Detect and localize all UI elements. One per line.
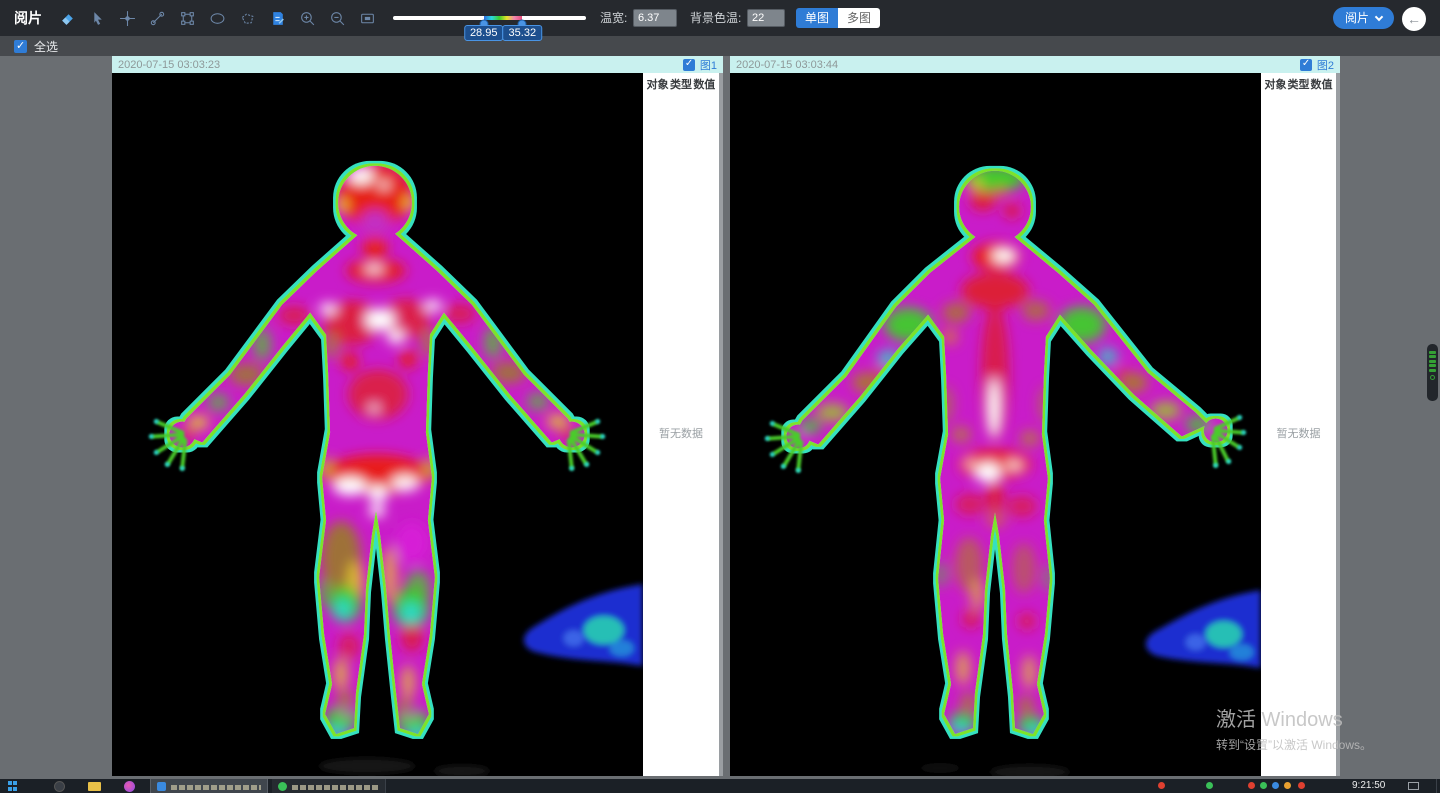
show-desktop-button[interactable] — [1436, 779, 1440, 793]
fit-screen-icon[interactable] — [356, 7, 378, 29]
app-label-truncated — [292, 785, 379, 790]
panel2-label: 图2 — [1317, 57, 1334, 73]
bg-temp-label: 背景色温: — [690, 0, 741, 36]
rect-roi-icon[interactable] — [176, 7, 198, 29]
panel1-body: 对象 类型 数值 暂无数据 — [112, 73, 723, 776]
panel1-label: 图1 — [700, 57, 717, 73]
thermal-image-1[interactable] — [112, 73, 643, 776]
col-object: 对象 — [1265, 76, 1287, 92]
photos-app-icon[interactable] — [124, 781, 135, 792]
blue-arm-artifact — [1146, 590, 1261, 668]
tray-icon[interactable] — [1248, 782, 1255, 789]
slider-color-range — [484, 16, 523, 20]
bg-temp-input[interactable] — [747, 9, 785, 27]
tray-icon[interactable] — [1272, 782, 1279, 789]
taskbar-app-active[interactable] — [150, 779, 268, 793]
tray-icon[interactable] — [1260, 782, 1267, 789]
panel1-empty-text: 暂无数据 — [643, 425, 719, 441]
chevron-down-icon — [1375, 12, 1383, 20]
view-mode-toggle: 单图 多图 — [796, 8, 880, 28]
temp-width-label: 温宽: — [600, 0, 627, 36]
panel2-checkbox[interactable] — [1300, 59, 1312, 71]
zoom-in-icon[interactable] — [296, 7, 318, 29]
tray-icon[interactable] — [1206, 782, 1213, 789]
notification-icon[interactable] — [1408, 782, 1419, 790]
temp-width-input[interactable] — [633, 9, 677, 27]
line-measure-icon[interactable] — [146, 7, 168, 29]
col-type: 类型 — [1288, 76, 1310, 92]
select-all-label: 全选 — [34, 38, 58, 55]
panel2-header: 2020-07-15 03:03:44 图2 — [730, 56, 1340, 73]
read-menu-label: 阅片 — [1345, 7, 1369, 29]
panel2-data-panel: 对象 类型 数值 暂无数据 — [1261, 73, 1340, 776]
level-indicator[interactable] — [1427, 344, 1438, 401]
ellipse-roi-icon[interactable] — [206, 7, 228, 29]
zoom-out-icon[interactable] — [326, 7, 348, 29]
multi-view-button[interactable]: 多图 — [838, 8, 880, 28]
back-button[interactable] — [1402, 7, 1426, 31]
col-value: 数值 — [693, 76, 715, 92]
blue-arm-artifact — [524, 584, 643, 666]
read-menu-button[interactable]: 阅片 — [1333, 7, 1394, 29]
slider-low-value: 28.95 — [464, 25, 504, 41]
select-cursor-icon[interactable] — [86, 7, 108, 29]
tool-group — [56, 7, 378, 29]
panel1-data-panel: 对象 类型 数值 暂无数据 — [643, 73, 723, 776]
tray-icon[interactable] — [1298, 782, 1305, 789]
sub-toolbar: 全选 — [0, 36, 1440, 56]
temperature-range-slider: 28.95 35.32 — [393, 10, 586, 36]
image-panel-2: 2020-07-15 03:03:44 图2 — [730, 56, 1340, 776]
image-panel-1: 2020-07-15 03:03:23 图1 — [112, 56, 723, 776]
app-title: 阅片 — [14, 0, 42, 36]
slider-high-value: 35.32 — [503, 25, 543, 41]
file-explorer-icon[interactable] — [88, 782, 101, 791]
taskbar-app-2[interactable] — [272, 779, 386, 793]
browser-icon[interactable] — [54, 781, 65, 792]
thermal-review-screen: 阅片 — [0, 0, 1440, 793]
app-label-truncated — [171, 785, 261, 790]
panel2-table-header: 对象 类型 数值 — [1261, 73, 1336, 94]
col-value: 数值 — [1311, 76, 1333, 92]
panel1-checkbox[interactable] — [683, 59, 695, 71]
single-view-button[interactable]: 单图 — [796, 8, 838, 28]
thermal-body-front — [112, 73, 643, 776]
thermal-body-back — [730, 73, 1261, 776]
panel2-empty-text: 暂无数据 — [1261, 425, 1336, 441]
col-object: 对象 — [647, 76, 669, 92]
polygon-roi-icon[interactable] — [236, 7, 258, 29]
app-icon — [157, 782, 166, 791]
windows-taskbar: 9:21:50 — [0, 779, 1440, 793]
panel1-table-header: 对象 类型 数值 — [643, 73, 719, 94]
start-button[interactable] — [8, 781, 18, 791]
select-all-checkbox[interactable] — [14, 40, 27, 53]
slider-track[interactable] — [393, 16, 586, 20]
taskbar-clock[interactable]: 9:21:50 — [1352, 780, 1385, 791]
eraser-icon[interactable] — [56, 7, 78, 29]
panel1-timestamp: 2020-07-15 03:03:23 — [118, 59, 683, 71]
panel1-header: 2020-07-15 03:03:23 图1 — [112, 56, 723, 73]
report-edit-icon[interactable] — [266, 7, 288, 29]
point-marker-icon[interactable] — [116, 7, 138, 29]
thermal-image-2[interactable] — [730, 73, 1261, 776]
panel2-timestamp: 2020-07-15 03:03:44 — [736, 59, 1300, 71]
panel2-body: 对象 类型 数值 暂无数据 — [730, 73, 1340, 776]
col-type: 类型 — [670, 76, 692, 92]
tray-icon[interactable] — [1284, 782, 1291, 789]
app-icon — [278, 782, 287, 791]
tray-icon[interactable] — [1158, 782, 1165, 789]
top-toolbar: 阅片 — [0, 0, 1440, 36]
